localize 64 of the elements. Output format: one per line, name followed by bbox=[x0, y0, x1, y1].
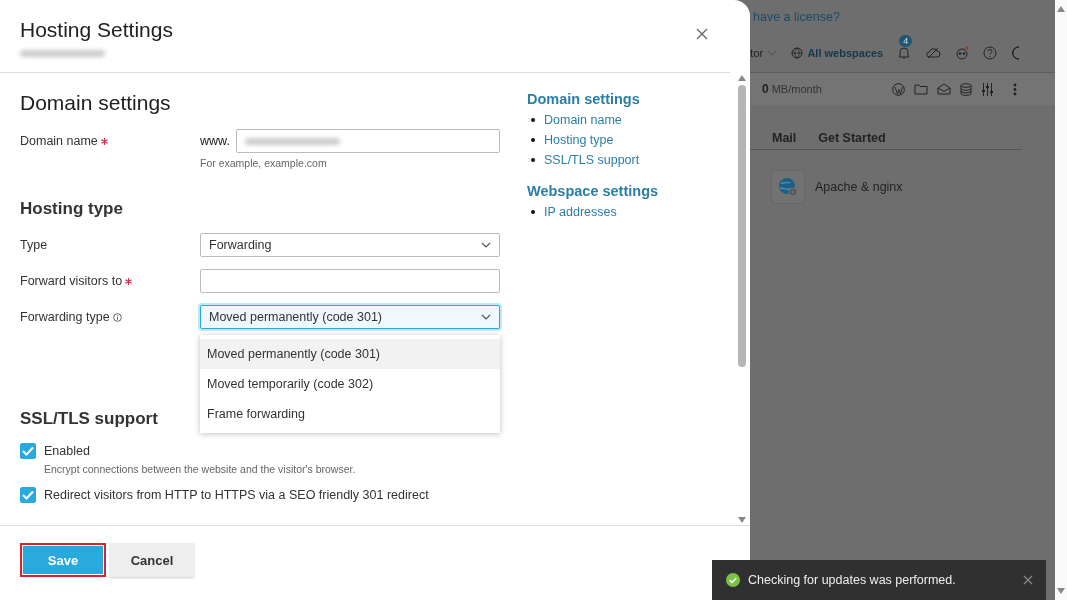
nav-heading: Webspace settings bbox=[527, 183, 659, 199]
field-label: Forwarding type bbox=[20, 310, 110, 324]
nav-link[interactable]: Domain name bbox=[544, 113, 622, 127]
sliders-icon[interactable] bbox=[981, 82, 994, 96]
chevron-down-icon bbox=[481, 242, 491, 248]
bullet-icon bbox=[531, 138, 535, 142]
dropdown-option[interactable]: Frame forwarding bbox=[200, 399, 500, 429]
tab[interactable]: Mail bbox=[772, 131, 797, 145]
checkbox-description: Encrypt connections between the website and the visitor's browser. bbox=[44, 463, 356, 475]
server-name: Apache & nginx bbox=[815, 180, 903, 194]
chevron-down-icon bbox=[481, 314, 491, 320]
nav-link[interactable]: SSL/TLS support bbox=[544, 153, 640, 167]
traffic-value: 0 bbox=[762, 82, 769, 96]
checkbox-label: Redirect visitors from HTTP to HTTPS via a SEO friendly 301 redirect bbox=[44, 487, 429, 503]
tab[interactable]: Get Started bbox=[818, 131, 886, 145]
chevron-down-icon bbox=[767, 50, 778, 56]
close-button[interactable] bbox=[1023, 575, 1033, 585]
field-label: Domain name bbox=[20, 134, 98, 148]
field-label: Type bbox=[20, 238, 48, 252]
role-menu[interactable]: tor bbox=[750, 47, 778, 59]
more-icon[interactable] bbox=[1013, 82, 1017, 96]
domain-field[interactable] bbox=[235, 129, 500, 153]
cloud-icon[interactable] bbox=[925, 47, 942, 59]
bullet-icon bbox=[531, 210, 535, 214]
field-hint: For example, example.com bbox=[200, 157, 328, 169]
required-icon bbox=[100, 137, 108, 145]
dialog-title: Hosting Settings bbox=[20, 18, 173, 42]
globe-icon bbox=[791, 47, 804, 59]
database-icon[interactable] bbox=[960, 82, 972, 96]
required-icon bbox=[125, 277, 133, 285]
section-heading: Domain settings bbox=[20, 91, 172, 115]
check-circle-icon bbox=[726, 573, 740, 587]
section-heading: Hosting type bbox=[20, 199, 123, 219]
webspaces-menu[interactable]: All webspaces bbox=[791, 47, 884, 59]
cancel-button[interactable]: Cancel bbox=[110, 543, 194, 577]
envelope-icon[interactable] bbox=[937, 82, 951, 95]
toast-message: Checking for updates was performed. bbox=[748, 573, 957, 587]
bullet-icon bbox=[531, 158, 535, 162]
bullet-icon bbox=[531, 118, 535, 122]
section-heading: SSL/TLS support bbox=[20, 409, 158, 429]
nav-heading: Domain settings bbox=[527, 91, 641, 107]
bell-icon[interactable] bbox=[897, 46, 912, 60]
scroll-bar[interactable] bbox=[1055, 0, 1067, 600]
notification-badge: 4 bbox=[899, 35, 913, 47]
select-field[interactable]: Forwarding bbox=[200, 233, 500, 257]
field-prefix: www. bbox=[200, 134, 230, 148]
info-icon[interactable] bbox=[112, 312, 122, 322]
save-button[interactable]: Save bbox=[20, 543, 106, 577]
field-label: Forward visitors to bbox=[20, 274, 123, 288]
checkbox[interactable] bbox=[20, 443, 36, 459]
globe-gear-icon bbox=[778, 177, 798, 197]
nav-link[interactable]: Hosting type bbox=[544, 133, 614, 147]
checkbox-label: Enabled bbox=[44, 443, 91, 459]
folder-icon[interactable] bbox=[914, 82, 928, 95]
checkbox[interactable] bbox=[20, 487, 36, 503]
dropdown-option[interactable]: Moved permanently (code 301) bbox=[200, 339, 500, 369]
dropdown-option[interactable]: Moved temporarily (code 302) bbox=[200, 369, 500, 399]
nav-link[interactable]: IP addresses bbox=[544, 205, 617, 219]
select-field[interactable]: Moved permanently (code 301) bbox=[200, 305, 500, 329]
close-button[interactable] bbox=[694, 26, 710, 42]
input-field[interactable] bbox=[200, 269, 500, 293]
traffic-unit: MB/month bbox=[771, 83, 822, 95]
help-icon[interactable] bbox=[983, 46, 998, 60]
wordpress-icon[interactable] bbox=[892, 82, 905, 96]
